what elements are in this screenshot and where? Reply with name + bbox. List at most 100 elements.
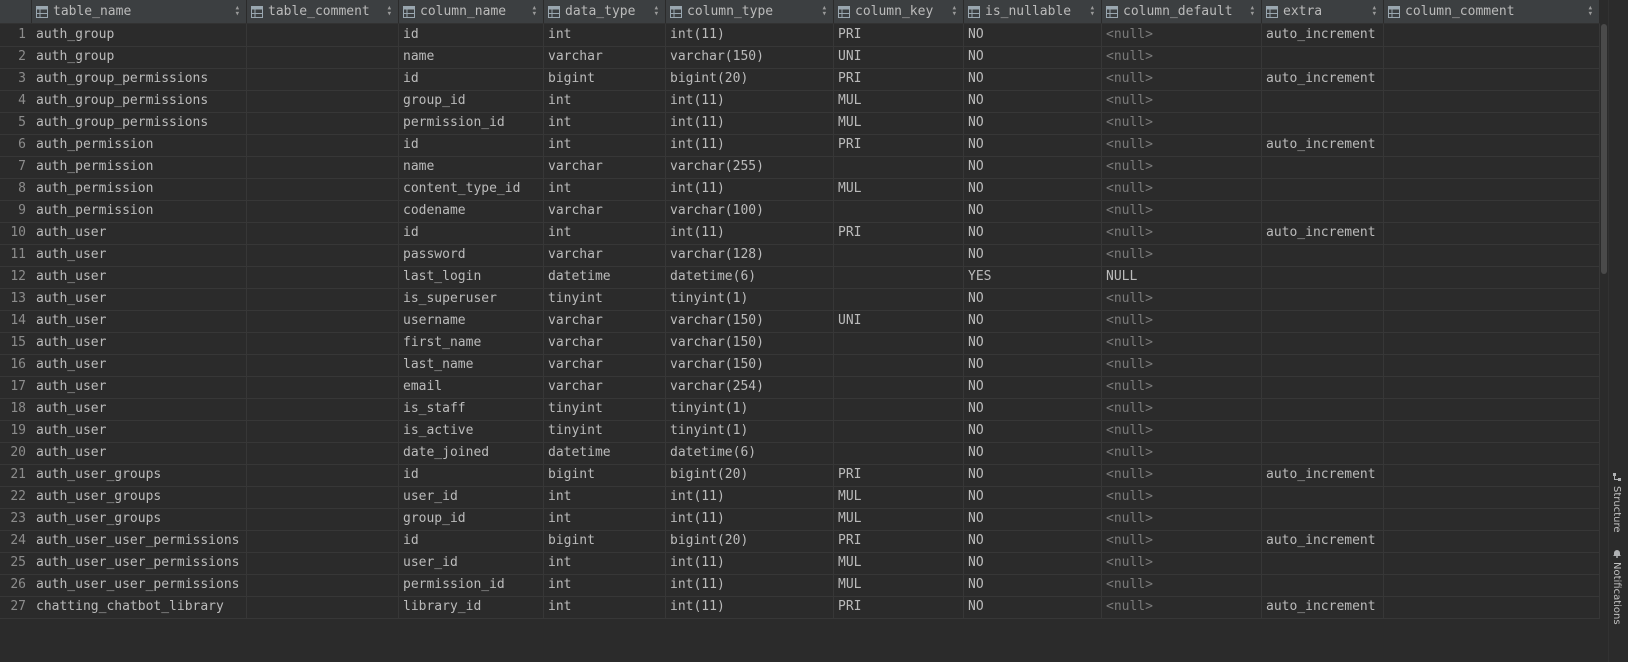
cell-data-type[interactable]: int: [544, 90, 666, 113]
cell-table-comment[interactable]: [247, 552, 399, 575]
cell-extra[interactable]: auto_increment: [1262, 596, 1384, 619]
cell-column-key[interactable]: MUL: [834, 112, 964, 135]
cell-is-nullable[interactable]: NO: [964, 310, 1102, 333]
cell-column-name[interactable]: last_name: [399, 354, 544, 377]
cell-is-nullable[interactable]: NO: [964, 90, 1102, 113]
cell-column-default[interactable]: <null>: [1102, 310, 1262, 333]
scrollbar-thumb[interactable]: [1601, 24, 1607, 274]
cell-column-default[interactable]: <null>: [1102, 90, 1262, 113]
sort-arrows-icon[interactable]: ▴ ▾: [952, 4, 957, 19]
cell-is-nullable[interactable]: YES: [964, 266, 1102, 289]
cell-column-key[interactable]: MUL: [834, 90, 964, 113]
cell-column-comment[interactable]: [1384, 596, 1600, 619]
cell-column-name[interactable]: id: [399, 222, 544, 245]
table-row[interactable]: 5 auth_group_permissions permission_id int i…: [0, 112, 1600, 135]
cell-table-comment[interactable]: [247, 156, 399, 179]
cell-is-nullable[interactable]: NO: [964, 398, 1102, 421]
cell-table-comment[interactable]: [247, 530, 399, 553]
cell-column-comment[interactable]: [1384, 398, 1600, 421]
cell-table-comment[interactable]: [247, 354, 399, 377]
cell-column-type[interactable]: int(11): [666, 552, 834, 575]
column-header-column-default[interactable]: column_default ▴ ▾: [1102, 0, 1262, 23]
cell-column-comment[interactable]: [1384, 200, 1600, 223]
cell-table-name[interactable]: auth_permission: [32, 134, 247, 157]
cell-data-type[interactable]: int: [544, 508, 666, 531]
cell-table-comment[interactable]: [247, 464, 399, 487]
cell-column-default[interactable]: <null>: [1102, 552, 1262, 575]
cell-column-comment[interactable]: [1384, 244, 1600, 267]
cell-table-name[interactable]: auth_user_user_permissions: [32, 574, 247, 597]
cell-is-nullable[interactable]: NO: [964, 46, 1102, 69]
cell-table-comment[interactable]: [247, 222, 399, 245]
cell-extra[interactable]: [1262, 486, 1384, 509]
cell-data-type[interactable]: int: [544, 552, 666, 575]
cell-table-name[interactable]: auth_user: [32, 244, 247, 267]
cell-data-type[interactable]: int: [544, 112, 666, 135]
cell-extra[interactable]: [1262, 310, 1384, 333]
sort-arrows-icon[interactable]: ▴ ▾: [387, 4, 392, 19]
cell-column-type[interactable]: datetime(6): [666, 442, 834, 465]
column-header-data-type[interactable]: data_type ▴ ▾: [544, 0, 666, 23]
cell-column-key[interactable]: PRI: [834, 68, 964, 91]
table-row[interactable]: 27 chatting_chatbot_library library_id int i…: [0, 596, 1600, 619]
cell-column-type[interactable]: int(11): [666, 24, 834, 47]
cell-column-default[interactable]: <null>: [1102, 420, 1262, 443]
cell-is-nullable[interactable]: NO: [964, 464, 1102, 487]
cell-extra[interactable]: [1262, 574, 1384, 597]
cell-extra[interactable]: [1262, 288, 1384, 311]
table-row[interactable]: 19 auth_user is_active tinyint tinyint(1) NO <…: [0, 420, 1600, 443]
table-row[interactable]: 23 auth_user_groups group_id int int(11) MUL N…: [0, 508, 1600, 531]
cell-is-nullable[interactable]: NO: [964, 332, 1102, 355]
cell-column-key[interactable]: UNI: [834, 310, 964, 333]
cell-column-comment[interactable]: [1384, 46, 1600, 69]
cell-is-nullable[interactable]: NO: [964, 376, 1102, 399]
table-row[interactable]: 4 auth_group_permissions group_id int int(11…: [0, 90, 1600, 113]
cell-column-comment[interactable]: [1384, 68, 1600, 91]
table-row[interactable]: 9 auth_permission codename varchar varchar(1…: [0, 200, 1600, 223]
cell-extra[interactable]: [1262, 376, 1384, 399]
cell-column-comment[interactable]: [1384, 354, 1600, 377]
table-row[interactable]: 1 auth_group id int int(11) PRI NO <null> auto_i…: [0, 24, 1600, 47]
column-header-table-comment[interactable]: table_comment ▴ ▾: [247, 0, 399, 23]
cell-column-name[interactable]: is_active: [399, 420, 544, 443]
cell-column-comment[interactable]: [1384, 112, 1600, 135]
cell-column-comment[interactable]: [1384, 442, 1600, 465]
cell-table-name[interactable]: auth_permission: [32, 178, 247, 201]
cell-column-comment[interactable]: [1384, 530, 1600, 553]
cell-data-type[interactable]: int: [544, 574, 666, 597]
cell-column-default[interactable]: <null>: [1102, 376, 1262, 399]
cell-column-type[interactable]: int(11): [666, 90, 834, 113]
cell-column-default[interactable]: <null>: [1102, 46, 1262, 69]
table-row[interactable]: 10 auth_user id int int(11) PRI NO <null> auto_i…: [0, 222, 1600, 245]
table-row[interactable]: 3 auth_group_permissions id bigint bigint(20…: [0, 68, 1600, 91]
cell-column-type[interactable]: int(11): [666, 508, 834, 531]
column-header-column-key[interactable]: column_key ▴ ▾: [834, 0, 964, 23]
cell-column-comment[interactable]: [1384, 552, 1600, 575]
cell-table-comment[interactable]: [247, 112, 399, 135]
sort-arrows-icon[interactable]: ▴ ▾: [654, 4, 659, 19]
cell-column-key[interactable]: PRI: [834, 596, 964, 619]
cell-is-nullable[interactable]: NO: [964, 244, 1102, 267]
cell-table-name[interactable]: auth_user_groups: [32, 464, 247, 487]
cell-data-type[interactable]: varchar: [544, 354, 666, 377]
cell-column-default[interactable]: <null>: [1102, 332, 1262, 355]
cell-column-comment[interactable]: [1384, 178, 1600, 201]
sort-arrows-icon[interactable]: ▴ ▾: [235, 4, 240, 19]
cell-column-key[interactable]: PRI: [834, 530, 964, 553]
cell-table-comment[interactable]: [247, 508, 399, 531]
cell-extra[interactable]: auto_increment: [1262, 24, 1384, 47]
cell-column-name[interactable]: last_login: [399, 266, 544, 289]
cell-column-comment[interactable]: [1384, 574, 1600, 597]
cell-column-comment[interactable]: [1384, 222, 1600, 245]
cell-column-type[interactable]: bigint(20): [666, 68, 834, 91]
cell-column-default[interactable]: <null>: [1102, 354, 1262, 377]
cell-column-name[interactable]: email: [399, 376, 544, 399]
cell-column-comment[interactable]: [1384, 508, 1600, 531]
cell-table-name[interactable]: auth_user_user_permissions: [32, 552, 247, 575]
cell-column-default[interactable]: <null>: [1102, 222, 1262, 245]
cell-column-type[interactable]: varchar(100): [666, 200, 834, 223]
cell-column-name[interactable]: permission_id: [399, 574, 544, 597]
cell-table-comment[interactable]: [247, 420, 399, 443]
cell-column-key[interactable]: MUL: [834, 486, 964, 509]
cell-column-type[interactable]: int(11): [666, 112, 834, 135]
